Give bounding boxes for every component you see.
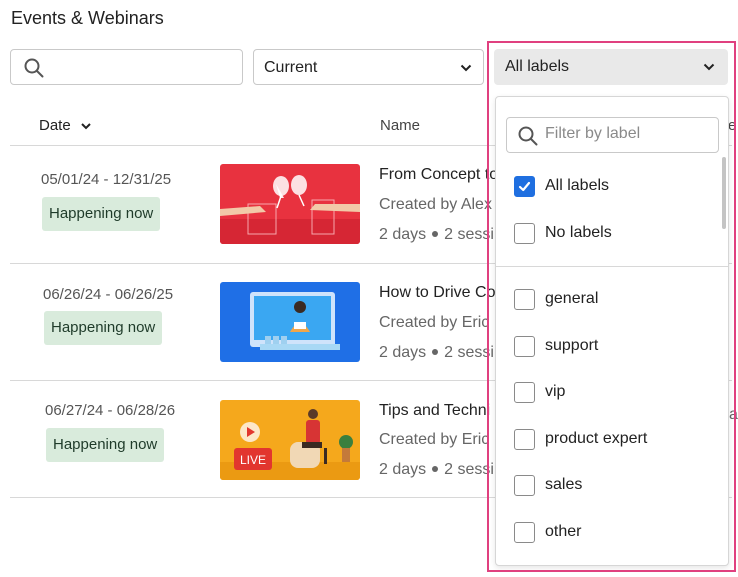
separator-dot — [432, 465, 439, 472]
status-value: Current — [264, 59, 318, 76]
event-meta: 2 days 2 sessi — [379, 461, 494, 479]
page-title: Events & Webinars — [11, 8, 164, 28]
event-date: 05/01/24 - 12/31/25 — [41, 171, 172, 188]
event-creator: Created by Alex — [379, 196, 492, 213]
event-thumbnail[interactable] — [220, 282, 360, 362]
status-dropdown[interactable]: Current — [253, 49, 484, 85]
status-badge: Happening now — [44, 311, 163, 345]
highlight-outline — [487, 41, 736, 572]
sort-chevron-icon — [81, 122, 91, 129]
event-thumbnail[interactable]: LIVE — [220, 400, 360, 480]
separator-dot — [432, 230, 439, 237]
column-header-date[interactable]: Date — [39, 117, 91, 134]
chevron-down-icon — [460, 64, 472, 72]
event-creator: Created by Eric — [379, 431, 490, 448]
event-date: 06/27/24 - 06/28/26 — [45, 402, 176, 419]
toast-glasses-image — [220, 164, 360, 244]
event-duration: 2 days — [379, 344, 427, 361]
search-icon — [24, 58, 44, 78]
search-input[interactable] — [10, 49, 243, 85]
live-badge-text: LIVE — [240, 453, 266, 467]
event-creator: Created by Eric — [379, 314, 490, 331]
event-title[interactable]: Tips and Techni — [379, 402, 490, 420]
event-meta: 2 days 2 sessi — [379, 344, 494, 362]
event-duration: 2 days — [379, 226, 427, 243]
event-title[interactable]: How to Drive Co — [379, 284, 495, 302]
separator-dot — [432, 348, 439, 355]
event-date: 06/26/24 - 06/26/25 — [43, 286, 174, 303]
live-stream-image: LIVE — [220, 400, 360, 480]
status-badge: Happening now — [46, 428, 165, 462]
column-header-date-label: Date — [39, 117, 71, 134]
event-thumbnail[interactable] — [220, 164, 360, 244]
presenter-screen-image — [220, 282, 360, 362]
event-meta: 2 days 2 sessi — [379, 226, 494, 244]
event-duration: 2 days — [379, 461, 427, 478]
event-title[interactable]: From Concept to — [379, 166, 498, 184]
column-header-name[interactable]: Name — [380, 117, 420, 134]
status-badge: Happening now — [42, 197, 161, 231]
